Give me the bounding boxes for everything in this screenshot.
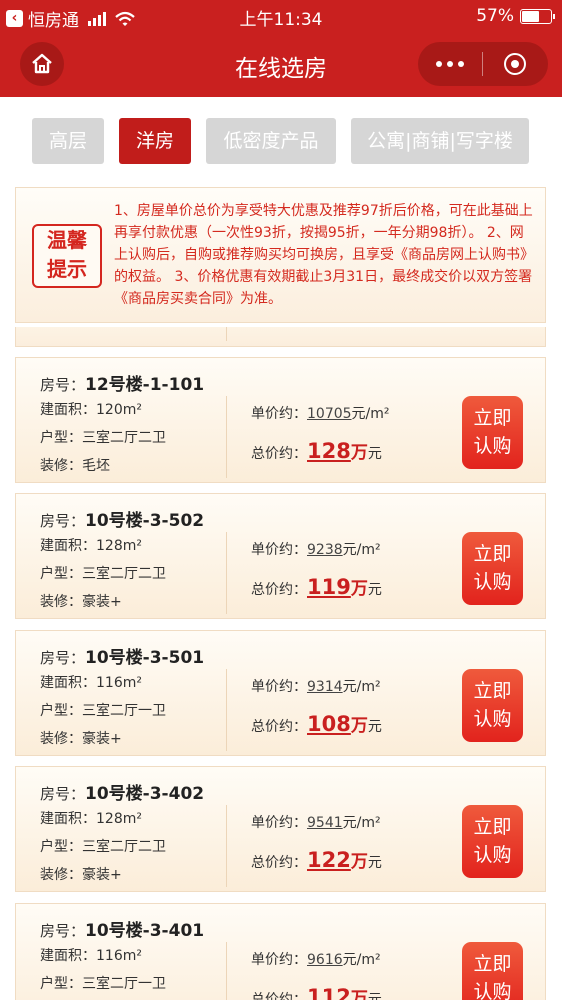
area-row: 建面积：128m² [40,811,142,827]
area-row: 建面积：128m² [40,538,142,554]
total-price-row: 总价约：128万元 [251,439,382,463]
listing-card[interactable]: 房号：10号楼-3-501 建面积：116m² 户型：三室二厅一卫 装修：豪装+ 单价约… [15,630,546,756]
area-row: 建面积：116m² [40,948,142,964]
total-price-value: 108 [307,712,351,736]
subscribe-button[interactable]: 立即 认购 [462,532,523,605]
total-price-value: 112 [307,985,351,1000]
room-number: 房号：10号楼-3-401 [40,921,205,941]
layout-row: 户型：三室二厅二卫 [40,839,166,855]
room-number: 房号：12号楼-1-101 [40,375,205,395]
total-price-value: 119 [307,575,351,599]
area-row: 建面积：120m² [40,402,142,418]
subscribe-button[interactable]: 立即 认购 [462,942,523,1000]
layout-row: 户型：三室二厅一卫 [40,703,166,719]
area-row: 建面积：116m² [40,675,142,691]
layout-row: 户型：三室二厅二卫 [40,430,166,446]
unit-price-value: 10705 [307,406,352,422]
finish-row: 装修：豪装+ [40,731,122,747]
room-number: 房号：10号楼-3-501 [40,648,205,668]
card-divider [226,532,227,614]
card-divider [226,669,227,751]
listing-card[interactable]: 房号：10号楼-3-402 建面积：128m² 户型：三室二厅二卫 装修：豪装+ 单价约… [15,766,546,892]
listing-card[interactable]: 房号：10号楼-3-401建面积：116m²户型：三室二厅一卫装修：单价约：96… [15,903,546,1000]
card-divider [226,396,227,478]
subscribe-button[interactable]: 立即 认购 [462,396,523,469]
unit-price-value: 9616 [307,952,343,968]
listing-card[interactable]: 房号：12号楼-1-101 建面积：120m² 户型：三室二厅二卫 装修：毛坯 单价约：… [15,357,546,483]
total-price-value: 122 [307,848,351,872]
listing-list: 房号：12号楼-1-101 建面积：120m² 户型：三室二厅二卫 装修：毛坯 单价约：… [0,0,562,1000]
subscribe-button[interactable]: 立即 认购 [462,669,523,742]
finish-row: 装修：豪装+ [40,867,122,883]
unit-price-row: 单价约：10705元/m² [251,406,390,422]
unit-price-row: 单价约：9238元/m² [251,542,381,558]
unit-price-row: 单价约：9541元/m² [251,815,381,831]
listing-card[interactable]: 房号：10号楼-3-502 建面积：128m² 户型：三室二厅二卫 装修：豪装+ 单价约… [15,493,546,619]
unit-price-value: 9314 [307,679,343,695]
layout-row: 户型：三室二厅一卫 [40,976,166,992]
room-number: 房号：10号楼-3-502 [40,511,205,531]
card-divider [226,942,227,1000]
card-divider [226,805,227,887]
total-price-value: 128 [307,439,351,463]
unit-price-row: 单价约：9616元/m² [251,952,381,968]
total-price-row: 总价约：112万元 [251,984,382,1000]
finish-row: 装修：毛坯 [40,458,110,474]
total-price-row: 总价约：122万元 [251,848,382,872]
subscribe-button[interactable]: 立即 认购 [462,805,523,878]
layout-row: 户型：三室二厅二卫 [40,566,166,582]
finish-row: 装修：豪装+ [40,594,122,610]
unit-price-value: 9238 [307,542,343,558]
unit-price-row: 单价约：9314元/m² [251,679,381,695]
total-price-row: 总价约：108万元 [251,712,382,736]
total-price-row: 总价约：119万元 [251,575,382,599]
unit-price-value: 9541 [307,815,343,831]
room-number: 房号：10号楼-3-402 [40,784,205,804]
